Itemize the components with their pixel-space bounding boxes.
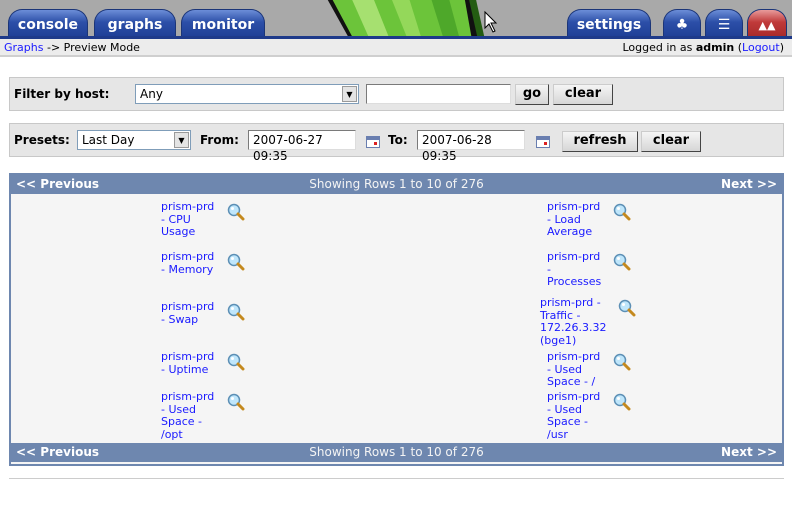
next-page-link[interactable]: Next >> xyxy=(721,175,777,194)
calendar-icon[interactable] xyxy=(366,136,380,148)
zoom-magnifier-icon[interactable] xyxy=(227,203,245,224)
top-nav-bar: console graphs monitor settings ♣ ☰ ▲▲ xyxy=(0,0,792,38)
graph-link[interactable]: prism-prd - Load Average xyxy=(547,200,607,239)
presets-select[interactable]: Last Day ▼ xyxy=(77,130,191,150)
graph-preview-table: Showing Rows 1 to 10 of 276 << Previous … xyxy=(9,173,784,466)
from-label: From: xyxy=(200,133,239,147)
host-select[interactable]: Any ▼ xyxy=(135,84,359,104)
logout-link[interactable]: Logout xyxy=(742,41,780,54)
previous-page-link[interactable]: << Previous xyxy=(16,175,99,194)
graph-link[interactable]: prism-prd - Traffic - 172.26.3.32 (bge1) xyxy=(540,296,612,347)
zoom-magnifier-icon[interactable] xyxy=(613,353,631,374)
graph-list-item: prism-prd - Swap xyxy=(161,300,245,326)
graph-link[interactable]: prism-prd - Used Space - /usr xyxy=(547,390,607,441)
zoom-magnifier-icon[interactable] xyxy=(618,299,636,320)
tab-monitor[interactable]: monitor xyxy=(181,9,265,37)
filter-clear-button[interactable]: clear xyxy=(553,84,613,105)
next-page-link[interactable]: Next >> xyxy=(721,443,777,462)
graph-list-item: prism-prd - Traffic - 172.26.3.32 (bge1) xyxy=(540,296,636,347)
zoom-magnifier-icon[interactable] xyxy=(227,303,245,324)
list-view-icon: ☰ xyxy=(717,17,731,33)
graph-list-item: prism-prd - Used Space - /usr xyxy=(547,390,631,441)
zoom-magnifier-icon[interactable] xyxy=(613,203,631,224)
previous-page-link[interactable]: << Previous xyxy=(16,443,99,462)
graph-list-item: prism-prd - Uptime xyxy=(161,350,245,376)
pager-status: Showing Rows 1 to 10 of 276 xyxy=(309,177,484,191)
login-status: Logged in as admin (Logout) xyxy=(622,41,784,54)
timespan-clear-button[interactable]: clear xyxy=(641,131,701,152)
cacti-logo-graphic xyxy=(327,0,498,38)
graph-link[interactable]: prism-prd - Memory xyxy=(161,250,221,276)
username: admin xyxy=(695,41,735,54)
tab-console[interactable]: console xyxy=(8,9,88,37)
graph-list-item: prism-prd - Memory xyxy=(161,250,245,276)
list-view-button[interactable]: ☰ xyxy=(705,9,743,37)
tab-settings[interactable]: settings xyxy=(567,9,651,37)
breadcrumb-graphs-link[interactable]: Graphs xyxy=(4,41,43,54)
zoom-magnifier-icon[interactable] xyxy=(613,393,631,414)
graph-link[interactable]: prism-prd - Swap xyxy=(161,300,221,326)
graph-list-item: prism-prd - Processes xyxy=(547,250,631,289)
preview-view-icon: ▲▲ xyxy=(758,19,776,32)
breadcrumb-current: -> Preview Mode xyxy=(43,41,140,54)
tab-graphs[interactable]: graphs xyxy=(94,9,176,37)
pager-status: Showing Rows 1 to 10 of 276 xyxy=(309,445,484,459)
host-filter-panel: Filter by host: Any ▼ go clear xyxy=(8,76,785,112)
timespan-panel: Presets: Last Day ▼ From: 2007-06-27 09:3… xyxy=(8,122,785,163)
graph-link[interactable]: prism-prd - Uptime xyxy=(161,350,221,376)
to-date-input[interactable]: 2007-06-28 09:35 xyxy=(417,130,525,163)
zoom-magnifier-icon[interactable] xyxy=(227,393,245,414)
graph-link[interactable]: prism-prd - CPU Usage xyxy=(161,200,221,239)
zoom-magnifier-icon[interactable] xyxy=(613,253,631,274)
zoom-magnifier-icon[interactable] xyxy=(227,353,245,374)
calendar-icon[interactable] xyxy=(536,136,550,148)
dropdown-arrow-icon: ▼ xyxy=(174,132,189,148)
graph-list-item: prism-prd - Load Average xyxy=(547,200,631,239)
breadcrumb-bar: Graphs -> Preview Mode Logged in as admi… xyxy=(0,39,792,57)
to-label: To: xyxy=(388,133,408,147)
graph-link[interactable]: prism-prd - Processes xyxy=(547,250,607,289)
filter-search-input[interactable] xyxy=(366,84,511,104)
filter-host-label: Filter by host: xyxy=(14,87,110,101)
refresh-button[interactable]: refresh xyxy=(562,131,638,152)
divider xyxy=(9,478,784,479)
pager-footer: Showing Rows 1 to 10 of 276 << Previous … xyxy=(11,443,782,462)
graph-link[interactable]: prism-prd - Used Space - / xyxy=(547,350,607,389)
pager-header: Showing Rows 1 to 10 of 276 << Previous … xyxy=(11,175,782,194)
graph-link[interactable]: prism-prd - Used Space - /opt xyxy=(161,390,221,441)
go-button[interactable]: go xyxy=(515,84,549,105)
preview-view-button[interactable]: ▲▲ xyxy=(747,9,787,37)
graph-list-item: prism-prd - Used Space - / xyxy=(547,350,631,389)
presets-label: Presets: xyxy=(14,133,70,147)
tree-view-button[interactable]: ♣ xyxy=(663,9,701,37)
tree-view-icon: ♣ xyxy=(675,17,689,33)
from-date-input[interactable]: 2007-06-27 09:35 xyxy=(248,130,356,163)
dropdown-arrow-icon: ▼ xyxy=(342,86,357,102)
graph-list-item: prism-prd - CPU Usage xyxy=(161,200,245,239)
graph-list-item: prism-prd - Used Space - /opt xyxy=(161,390,245,441)
zoom-magnifier-icon[interactable] xyxy=(227,253,245,274)
